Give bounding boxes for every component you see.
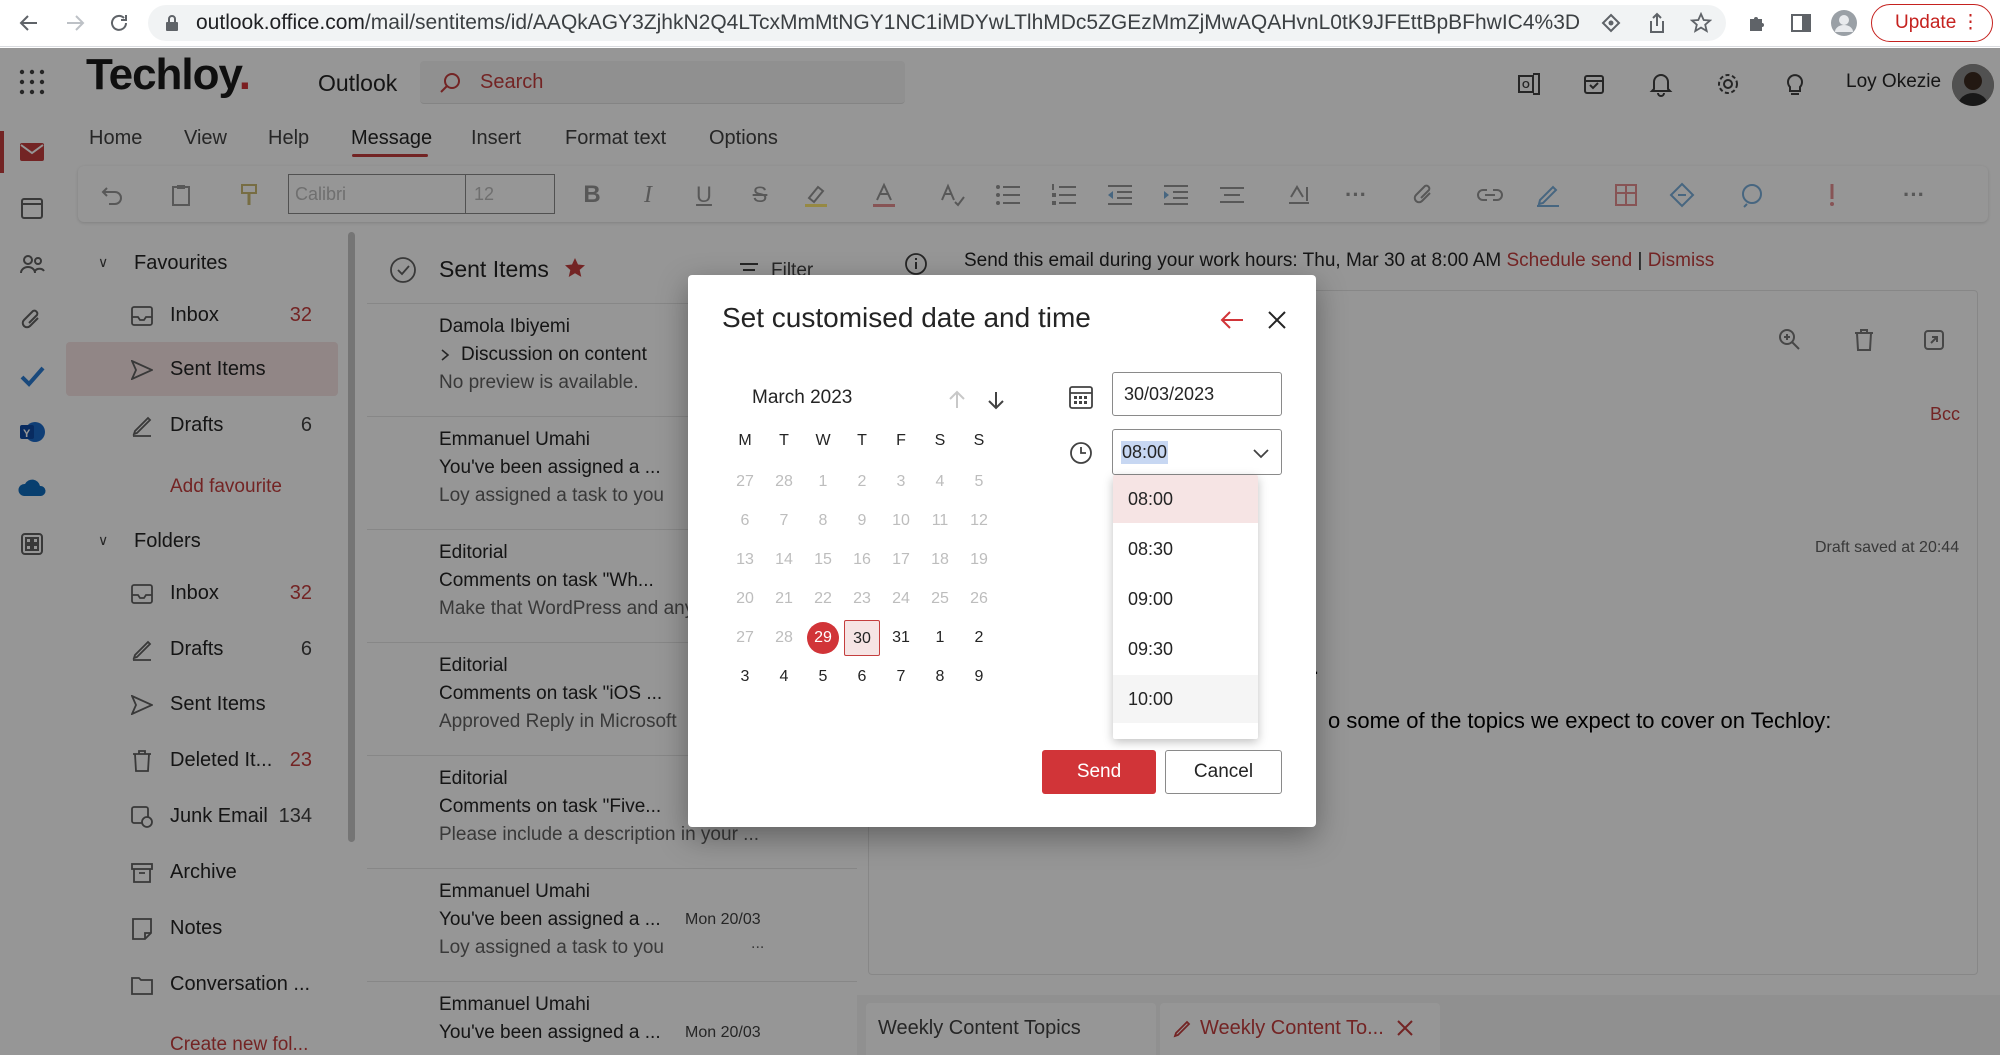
calendar-day[interactable]: 1 [922,620,958,656]
lock-icon [164,14,180,32]
calendar-day[interactable]: 27 [727,464,763,500]
time-option[interactable]: 08:00 [1113,475,1258,523]
calendar-day[interactable]: 1 [805,464,841,500]
previous-month-arrow-icon[interactable] [942,385,972,415]
calendar-day[interactable]: 8 [805,503,841,539]
url-text: outlook.office.com/mail/sentitems/id/AAQ… [196,11,1581,34]
forward-arrow-icon[interactable] [60,8,90,38]
calendar-day[interactable]: 9 [961,659,997,695]
calendar-day-selected[interactable]: 30 [844,620,880,656]
weekday-label: F [896,432,906,449]
calendar-day[interactable]: 13 [727,542,763,578]
clock-icon [1066,438,1096,468]
weekday-label: S [934,432,946,449]
calendar-day[interactable]: 11 [922,503,958,539]
time-option[interactable]: 08:30 [1113,525,1258,573]
calendar-day[interactable]: 4 [922,464,958,500]
time-option[interactable]: 09:00 [1113,575,1258,623]
calendar-day[interactable]: 3 [727,659,763,695]
close-icon[interactable] [1258,301,1296,339]
calendar-day[interactable]: 17 [883,542,919,578]
time-option[interactable]: 09:30 [1113,625,1258,673]
sidepanel-icon[interactable] [1786,8,1816,38]
calendar-day[interactable]: 6 [727,503,763,539]
weekday-label: S [973,432,985,449]
calendar-day[interactable]: 2 [961,620,997,656]
calendar-day[interactable]: 28 [766,464,802,500]
update-button[interactable]: Update ⋮ [1871,4,1993,42]
calendar-day[interactable]: 7 [883,659,919,695]
calendar-day[interactable]: 23 [844,581,880,617]
calendar-day[interactable]: 21 [766,581,802,617]
date-input[interactable]: 30/03/2023 [1112,372,1282,416]
calendar-day[interactable]: 25 [922,581,958,617]
calendar-day[interactable]: 3 [883,464,919,500]
calendar-day[interactable]: 9 [844,503,880,539]
time-combobox[interactable]: 08:00 [1112,429,1282,475]
more-vert-icon: ⋮ [1961,12,1980,33]
time-value[interactable]: 08:00 [1121,441,1169,464]
calendar-day[interactable]: 4 [766,659,802,695]
calendar-day[interactable]: 12 [961,503,997,539]
address-bar[interactable]: outlook.office.com/mail/sentitems/id/AAQ… [148,5,1726,41]
calendar-day[interactable]: 7 [766,503,802,539]
reload-icon[interactable] [104,8,134,38]
weekday-label: T [857,432,867,449]
calendar-day[interactable]: 20 [727,581,763,617]
calendar-day[interactable]: 26 [961,581,997,617]
share-icon[interactable] [1642,8,1672,38]
weekday-label: W [815,432,831,449]
weekday-label: T [779,432,789,449]
calendar-day[interactable]: 16 [844,542,880,578]
extension-eye-icon[interactable] [1596,8,1626,38]
calendar-day[interactable]: 2 [844,464,880,500]
calendar-day[interactable]: 31 [883,620,919,656]
calendar-day[interactable]: 28 [766,620,802,656]
dialog-title: Set customised date and time [722,302,1091,333]
calendar-day[interactable]: 8 [922,659,958,695]
calendar-icon [1066,382,1096,412]
calendar-day[interactable]: 5 [961,464,997,500]
calendar-day[interactable]: 6 [844,659,880,695]
calendar-day[interactable]: 15 [805,542,841,578]
schedule-send-dialog: Set customised date and time March 2023 … [688,275,1316,827]
calendar-day[interactable]: 22 [805,581,841,617]
calendar-day[interactable]: 5 [805,659,841,695]
send-button[interactable]: Send [1042,750,1156,794]
calendar-day[interactable]: 19 [961,542,997,578]
calendar-day[interactable]: 10 [883,503,919,539]
bookmark-star-icon[interactable] [1686,8,1716,38]
next-month-arrow-icon[interactable] [981,385,1011,415]
calendar-day-today[interactable]: 29 [807,622,839,654]
browser-toolbar: outlook.office.com/mail/sentitems/id/AAQ… [0,0,2000,47]
calendar-day[interactable]: 24 [883,581,919,617]
calendar-month-label[interactable]: March 2023 [752,387,852,409]
calendar-day[interactable]: 14 [766,542,802,578]
calendar-day[interactable]: 27 [727,620,763,656]
calendar-day[interactable]: 18 [922,542,958,578]
profile-avatar-icon[interactable] [1829,8,1859,38]
chevron-down-icon[interactable] [1249,442,1273,466]
time-dropdown-list: 08:00 08:30 09:00 09:30 10:00 [1113,475,1258,739]
extensions-puzzle-icon[interactable] [1742,8,1772,38]
weekday-label: M [738,432,752,449]
cancel-button[interactable]: Cancel [1165,750,1282,794]
back-arrow-icon[interactable] [14,8,44,38]
time-option[interactable]: 10:00 [1113,675,1258,723]
back-arrow-icon[interactable] [1213,301,1251,339]
